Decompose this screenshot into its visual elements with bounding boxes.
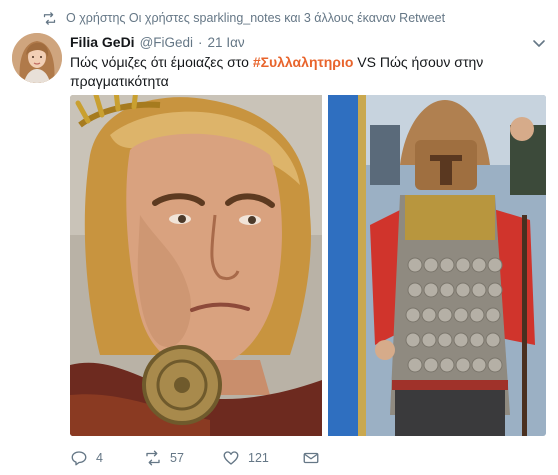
- like-button[interactable]: 121: [222, 449, 302, 467]
- tweet-actions: 4 57 121: [70, 448, 320, 468]
- direct-message-button[interactable]: [302, 449, 320, 467]
- media-photo-left[interactable]: [70, 95, 322, 436]
- media-photo-right[interactable]: [328, 95, 546, 436]
- avatar[interactable]: [12, 33, 62, 83]
- retweet-action-icon: [146, 450, 160, 466]
- header-separator: ·: [198, 35, 203, 50]
- hashtag-link[interactable]: #Συλλαλητηριο: [253, 54, 354, 70]
- retweet-button[interactable]: 57: [144, 449, 222, 467]
- author-name[interactable]: Filia GeDi: [70, 34, 135, 50]
- tweet-text-before: Πώς νόμιζες ότι έμοιαζες στο: [70, 54, 253, 70]
- tweet-media[interactable]: [70, 95, 546, 436]
- author-handle[interactable]: @FiGedi: [140, 35, 193, 50]
- avatar-image: [12, 33, 62, 83]
- tweet-menu-caret-icon[interactable]: [532, 36, 546, 50]
- envelope-icon: [303, 452, 319, 464]
- tweet-timestamp[interactable]: 21 Ιαν: [208, 35, 245, 50]
- reply-icon: [71, 451, 87, 466]
- like-count: 121: [248, 451, 269, 465]
- retweet-context[interactable]: Ο χρήστης Οι χρήστες sparkling_notes και…: [42, 10, 445, 26]
- tweet-header: Filia GeDi @FiGedi · 21 Ιαν: [70, 34, 245, 52]
- retweet-count: 57: [170, 451, 184, 465]
- retweet-context-text: Ο χρήστης Οι χρήστες sparkling_notes και…: [66, 11, 446, 25]
- reply-count: 4: [96, 451, 103, 465]
- tweet-text: Πώς νόμιζες ότι έμοιαζες στο #Συλλαλητηρ…: [70, 53, 540, 91]
- heart-icon: [223, 451, 239, 465]
- retweet-icon: [42, 11, 57, 26]
- reply-button[interactable]: 4: [70, 449, 144, 467]
